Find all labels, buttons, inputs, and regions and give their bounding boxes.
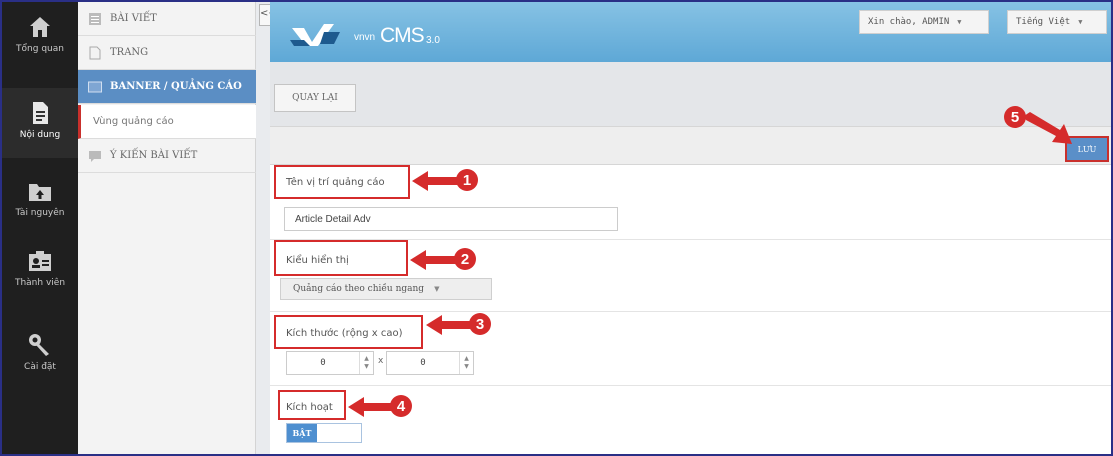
size-label: Kích thước (rộng x cao) xyxy=(286,328,403,339)
language-text: Tiếng Việt xyxy=(1016,17,1071,27)
nav-item-label: Ý KIẾN BÀI VIẾT xyxy=(110,150,198,161)
rail-item-content[interactable]: Nội dung xyxy=(2,88,78,158)
width-value: 0 xyxy=(320,358,326,368)
rail-item-label: Cài đặt xyxy=(24,362,56,372)
language-dropdown[interactable]: Tiếng Việt ▼ xyxy=(1007,10,1107,34)
active-label: Kích hoạt xyxy=(286,402,333,413)
nav-item-articles[interactable]: BÀI VIẾT xyxy=(78,2,256,36)
rail-item-overview[interactable]: Tổng quan xyxy=(2,2,78,72)
position-name-label: Tên vị trí quảng cáo xyxy=(286,177,385,188)
form-panel-header: LƯU xyxy=(270,127,1111,165)
rail-item-members[interactable]: Thành viên xyxy=(2,236,78,306)
list-icon xyxy=(89,12,101,25)
annotation-number: 5 xyxy=(1004,106,1026,128)
header-bar: vnvn CMS 3.0 Xin chào, ADMIN ▼ Tiếng Việ… xyxy=(270,2,1111,62)
greeting-text: Xin chào, ADMIN xyxy=(868,17,950,27)
logo-word: vnvn xyxy=(354,32,376,43)
document-icon xyxy=(33,102,48,124)
rail-item-label: Tổng quan xyxy=(16,44,64,54)
rail-item-label: Tài nguyên xyxy=(15,208,65,218)
display-type-label: Kiểu hiển thị xyxy=(286,255,349,266)
logo-version: 3.0 xyxy=(426,35,440,46)
chevron-down-icon: ▼ xyxy=(957,18,962,26)
nav-item-label: BÀI VIẾT xyxy=(110,13,157,24)
size-separator: x xyxy=(378,356,384,366)
nav-item-ad-zones[interactable]: Vùng quảng cáo xyxy=(78,105,256,139)
wrench-icon xyxy=(29,334,49,356)
page-icon xyxy=(89,46,101,59)
save-button[interactable]: LƯU xyxy=(1065,136,1109,162)
rail-item-label: Nội dung xyxy=(19,130,61,140)
divider xyxy=(270,311,1111,312)
back-button[interactable]: QUAY LẠI xyxy=(274,84,356,112)
height-stepper[interactable]: 0 ▲ ▼ xyxy=(386,351,474,375)
height-value: 0 xyxy=(420,358,426,368)
annotation-number: 2 xyxy=(454,248,476,270)
icon-rail: Tổng quan Nội dung Tài nguyên Thành viên… xyxy=(2,2,78,454)
user-menu-dropdown[interactable]: Xin chào, ADMIN ▼ xyxy=(859,10,989,34)
display-type-value: Quảng cáo theo chiều ngang xyxy=(293,284,425,294)
stepper-arrows-icon[interactable]: ▲ ▼ xyxy=(459,352,473,374)
folder-icon xyxy=(29,184,51,201)
nav-item-label: BANNER / QUẢNG CÁO xyxy=(110,81,242,92)
content-nav: BÀI VIẾT TRANG BANNER / QUẢNG CÁO Vùng q… xyxy=(78,2,256,454)
rail-item-label: Thành viên xyxy=(14,278,66,288)
width-stepper[interactable]: 0 ▲ ▼ xyxy=(286,351,374,375)
nav-item-banner[interactable]: BANNER / QUẢNG CÁO xyxy=(78,70,256,104)
toggle-on-label: BẬT xyxy=(287,424,317,442)
annotation-number: 3 xyxy=(469,313,491,335)
home-icon xyxy=(30,17,50,37)
toolbar: QUAY LẠI xyxy=(270,62,1111,126)
chevron-down-icon: ▼ xyxy=(1078,18,1083,26)
logo-text: CMS xyxy=(380,24,425,47)
active-toggle[interactable]: BẬT xyxy=(286,423,362,443)
annotation-number: 1 xyxy=(456,169,478,191)
rail-item-settings[interactable]: Cài đặt xyxy=(2,320,78,390)
banner-icon xyxy=(88,81,102,92)
nav-item-comments[interactable]: Ý KIẾN BÀI VIẾT xyxy=(78,139,256,173)
position-name-input[interactable] xyxy=(284,207,618,231)
nav-item-pages[interactable]: TRANG xyxy=(78,36,256,70)
chevron-down-icon: ▼ xyxy=(434,285,440,293)
comment-icon xyxy=(89,150,101,162)
annotation-number: 4 xyxy=(390,395,412,417)
stepper-arrows-icon[interactable]: ▲ ▼ xyxy=(359,352,373,374)
divider xyxy=(270,385,1111,386)
nav-item-label: Vùng quảng cáo xyxy=(93,116,174,127)
app-window: Tổng quan Nội dung Tài nguyên Thành viên… xyxy=(2,2,1111,454)
nav-item-label: TRANG xyxy=(110,47,149,58)
rail-item-resources[interactable]: Tài nguyên xyxy=(2,166,78,236)
user-card-icon xyxy=(29,251,51,271)
display-type-select[interactable]: Quảng cáo theo chiều ngang ▼ xyxy=(280,278,492,300)
